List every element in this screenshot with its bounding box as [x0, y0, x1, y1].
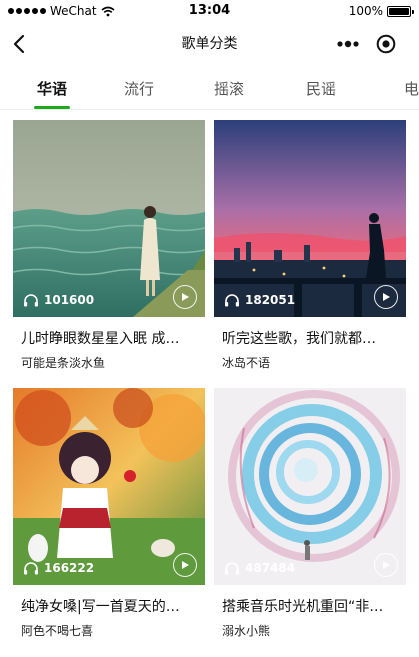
play-count-value: 487484 [245, 561, 296, 575]
more-dots-icon [337, 40, 359, 48]
tab-liuxing[interactable]: 流行 [104, 78, 174, 99]
play-icon [182, 561, 189, 569]
playlist-title: 搭乘音乐时光机重回“非… [222, 599, 384, 615]
playlist-author: 冰岛不语 [222, 356, 271, 370]
play-count-value: 182051 [245, 293, 296, 307]
tab-minyao[interactable]: 民谣 [286, 78, 356, 99]
headphones-icon [225, 562, 239, 575]
play-button[interactable] [173, 553, 197, 577]
more-button[interactable] [329, 30, 367, 58]
status-bar: WeChat 13:04 100% [0, 0, 419, 22]
play-count-value: 101600 [44, 293, 95, 307]
tab-dianzi[interactable]: 电子 [384, 78, 419, 99]
battery-percent: 100% [348, 4, 383, 18]
play-count-value: 166222 [44, 561, 95, 575]
play-count: 166222 [23, 561, 94, 575]
play-count: 182051 [224, 293, 295, 307]
playlist-card[interactable]: 166222 纯净女嗓|写一首夏天的… 阿色不喝七喜 [13, 388, 205, 639]
battery-icon [387, 5, 414, 17]
playlist-card[interactable]: 182051 听完这些歌，我们就都… 冰岛不语 [214, 120, 406, 371]
active-tab-indicator [34, 106, 70, 109]
playlist-cover: 166222 [13, 388, 205, 585]
playlist-card[interactable]: 101600 儿时睁眼数星星入眠 成年后… 可能是条淡水鱼 [13, 120, 205, 371]
play-icon [182, 293, 189, 301]
headphones-icon [24, 294, 38, 307]
tab-huayu[interactable]: 华语 [17, 78, 87, 99]
battery-group: 100% [348, 4, 414, 18]
playlist-title: 儿时睁眼数星星入眠 成年后… [21, 331, 193, 347]
playlist-title: 听完这些歌，我们就都… [222, 331, 376, 347]
play-count: 101600 [23, 293, 94, 307]
playlist-author: 阿色不喝七喜 [21, 624, 94, 638]
nav-bar: 歌单分类 [0, 22, 419, 66]
play-icon [383, 293, 390, 301]
playlist-cover: 101600 [13, 120, 205, 317]
play-button[interactable] [173, 285, 197, 309]
play-count: 487484 [224, 561, 295, 575]
playlist-title: 纯净女嗓|写一首夏天的… [21, 599, 180, 615]
battery-fill [389, 7, 409, 15]
playlist-author: 溺水小熊 [222, 624, 271, 638]
playlist-author: 可能是条淡水鱼 [21, 356, 106, 370]
playlist-cover: 487484 [214, 388, 406, 585]
headphones-icon [24, 562, 38, 575]
mini-program-capsule [329, 30, 405, 58]
playlist-card[interactable]: 487484 搭乘音乐时光机重回“非… 溺水小熊 [214, 388, 406, 639]
headphones-icon [225, 294, 239, 307]
playlist-cover: 182051 [214, 120, 406, 317]
play-icon [383, 561, 390, 569]
tab-yaogun[interactable]: 摇滚 [194, 78, 264, 99]
target-close-icon [376, 34, 396, 54]
play-button[interactable] [374, 553, 398, 577]
category-tabs: 华语 流行 摇滚 民谣 电子 [0, 66, 419, 110]
close-capsule-button[interactable] [367, 30, 405, 58]
play-button[interactable] [374, 285, 398, 309]
